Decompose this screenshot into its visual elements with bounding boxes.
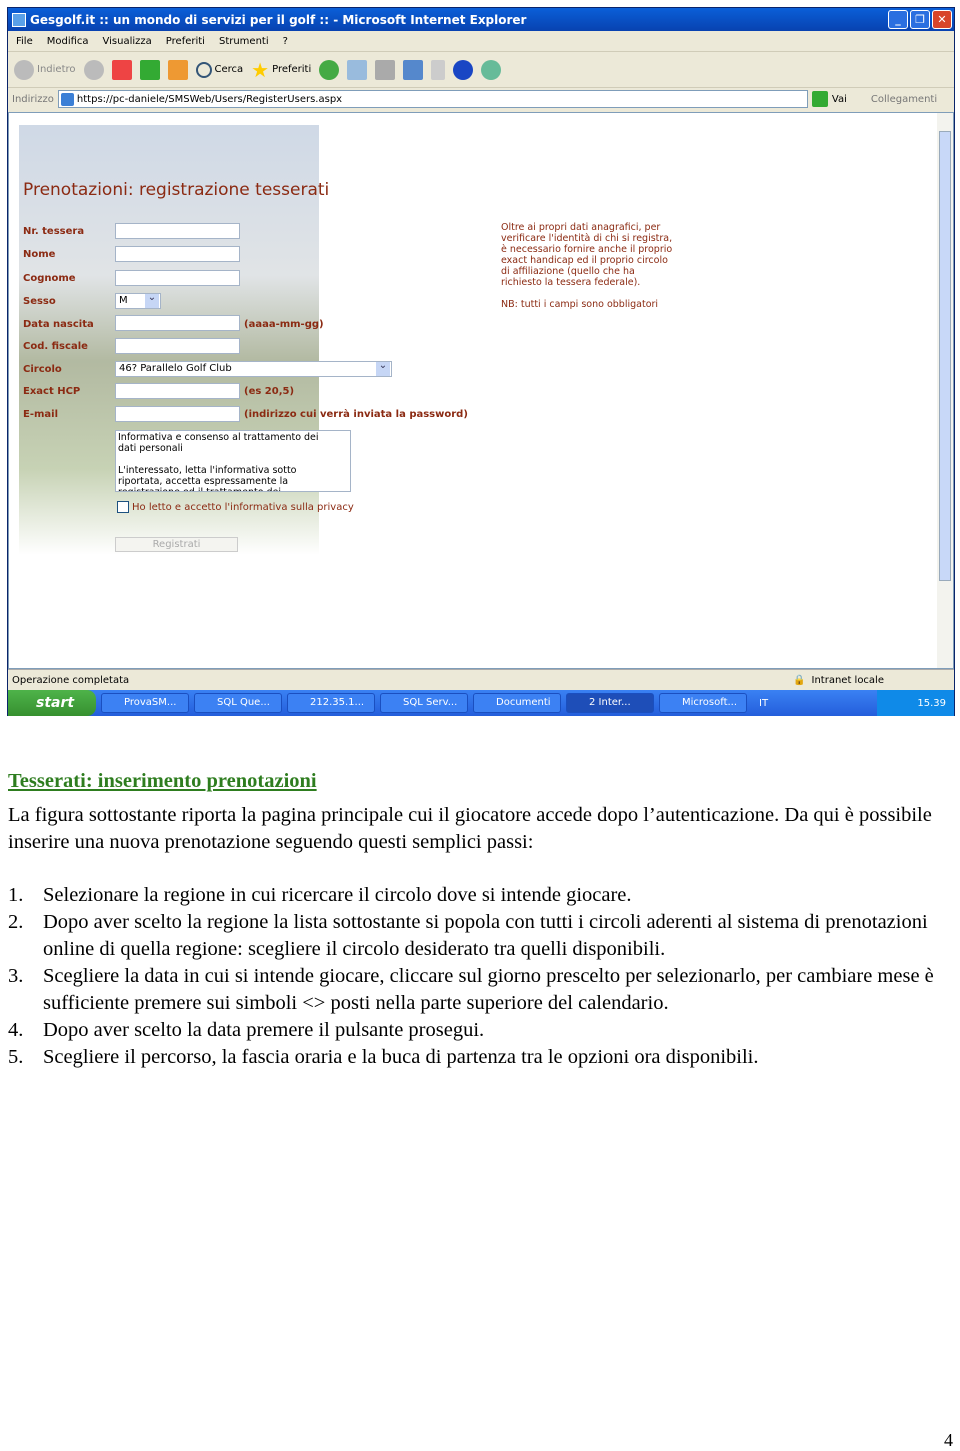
label-data-nascita: Data nascita bbox=[23, 319, 94, 330]
forward-icon[interactable] bbox=[83, 59, 104, 80]
device-icon[interactable] bbox=[431, 59, 446, 80]
privacy-textarea[interactable]: Informativa e consenso al trattamento de… bbox=[115, 430, 351, 492]
list-item: 1. Selezionare la regione in cui ricercar… bbox=[8, 884, 632, 906]
menu-file[interactable]: File bbox=[16, 36, 33, 47]
title-bar: Gesgolf.it :: un mondo di servizi per il… bbox=[8, 8, 954, 31]
print-icon[interactable] bbox=[375, 59, 396, 80]
page-number: 4 bbox=[944, 1430, 953, 1450]
star-icon: ★ bbox=[251, 57, 270, 82]
date-format-hint: (aaaa-mm-gg) bbox=[244, 319, 324, 330]
home-icon[interactable] bbox=[167, 59, 188, 80]
search-icon bbox=[195, 61, 212, 78]
taskbar: start ProvaSM... SQL Que... 212.35.1... … bbox=[8, 690, 954, 716]
go-button[interactable]: Vai bbox=[832, 94, 847, 105]
taskbar-item[interactable]: SQL Que... bbox=[194, 693, 282, 713]
list-item: 3. Scegliere la data in cui si intende gi… bbox=[8, 965, 934, 1014]
label-exact-hcp: Exact HCP bbox=[23, 386, 81, 397]
cognome-input[interactable] bbox=[115, 270, 240, 286]
links-button[interactable]: Collegamenti bbox=[871, 94, 937, 105]
search-button[interactable]: Cerca bbox=[195, 61, 243, 78]
sesso-select[interactable]: M bbox=[115, 293, 161, 309]
intro-paragraph: La figura sottostante riporta la pagina … bbox=[8, 804, 932, 853]
steps-list: 1. Selezionare la regione in cui ricercar… bbox=[8, 882, 948, 1071]
label-sesso: Sesso bbox=[23, 296, 56, 307]
ie-icon bbox=[12, 12, 26, 27]
label-cognome: Cognome bbox=[23, 273, 76, 284]
favorites-button[interactable]: ★ Preferiti bbox=[251, 58, 311, 82]
list-item: 4. Dopo aver scelto la data premere il pu… bbox=[8, 1019, 485, 1041]
browser-window: Gesgolf.it :: un mondo di servizi per il… bbox=[7, 7, 955, 716]
back-icon bbox=[14, 59, 34, 80]
close-button[interactable]: ✕ bbox=[932, 10, 952, 29]
stop-icon[interactable] bbox=[111, 59, 132, 80]
menu-bar: File Modifica Visualizza Preferiti Strum… bbox=[8, 31, 954, 52]
mail-icon[interactable] bbox=[347, 59, 368, 80]
url-input[interactable]: https://pc-daniele/SMSWeb/Users/Register… bbox=[57, 90, 808, 108]
maximize-button[interactable]: ❐ bbox=[910, 10, 930, 29]
nome-input[interactable] bbox=[115, 246, 240, 262]
status-bar: Operazione completata 🔒 Intranet locale bbox=[8, 669, 954, 690]
label-cod-fiscale: Cod. fiscale bbox=[23, 341, 88, 352]
nr-tessera-input[interactable] bbox=[115, 223, 240, 239]
intranet-zone: Intranet locale bbox=[811, 674, 885, 686]
window-title: Gesgolf.it :: un mondo di servizi per il… bbox=[30, 12, 527, 27]
menu-strumenti[interactable]: Strumenti bbox=[219, 36, 269, 47]
minimize-button[interactable]: _ bbox=[888, 10, 908, 29]
refresh-icon[interactable] bbox=[139, 59, 160, 80]
label-circolo: Circolo bbox=[23, 364, 62, 375]
privacy-checkbox-row: Ho letto e accetto l'informativa sulla p… bbox=[117, 501, 354, 513]
taskbar-item[interactable]: Microsoft... bbox=[659, 693, 747, 713]
bluetooth-icon[interactable] bbox=[453, 59, 474, 80]
label-email: E-mail bbox=[23, 409, 59, 420]
exact-hcp-input[interactable] bbox=[115, 383, 240, 399]
taskbar-item[interactable]: 212.35.1... bbox=[287, 693, 375, 713]
history-icon[interactable] bbox=[319, 59, 340, 80]
menu-preferiti[interactable]: Preferiti bbox=[166, 36, 205, 47]
go-icon[interactable] bbox=[811, 91, 828, 107]
taskbar-item[interactable]: SQL Serv... bbox=[380, 693, 468, 713]
menu-help[interactable]: ? bbox=[283, 36, 288, 47]
hcp-hint: (es 20,5) bbox=[244, 386, 295, 397]
privacy-checkbox[interactable] bbox=[117, 501, 129, 513]
menu-visualizza[interactable]: Visualizza bbox=[103, 36, 152, 47]
email-input[interactable] bbox=[115, 406, 240, 422]
taskbar-item[interactable]: ProvaSM... bbox=[101, 693, 189, 713]
language-indicator[interactable]: IT bbox=[759, 698, 768, 709]
start-button[interactable]: start bbox=[8, 690, 96, 716]
email-hint: (indirizzo cui verrà inviata la password… bbox=[244, 409, 468, 420]
system-tray: 15.39 bbox=[877, 690, 954, 716]
menu-modifica[interactable]: Modifica bbox=[47, 36, 89, 47]
list-item: 5. Scegliere il percorso, la fascia orari… bbox=[8, 1046, 759, 1068]
lock-icon: 🔒 bbox=[793, 674, 806, 686]
taskbar-item[interactable]: Documenti bbox=[473, 693, 561, 713]
page-content: Prenotazioni: registrazione tesserati Nr… bbox=[8, 112, 954, 669]
side-note: Oltre ai propri dati anagrafici, per ver… bbox=[501, 222, 673, 310]
list-item: 2. Dopo aver scelto la regione la lista s… bbox=[8, 911, 928, 960]
form-title: Prenotazioni: registrazione tesserati bbox=[23, 180, 330, 200]
vertical-scrollbar[interactable] bbox=[937, 113, 953, 668]
messenger-icon[interactable] bbox=[481, 59, 502, 80]
data-nascita-input[interactable] bbox=[115, 315, 240, 331]
scrollbar-thumb[interactable] bbox=[939, 131, 951, 581]
taskbar-item[interactable]: 2 Inter... bbox=[566, 693, 654, 713]
label-nome: Nome bbox=[23, 249, 56, 260]
back-button[interactable]: Indietro bbox=[14, 59, 76, 80]
clock: 15.39 bbox=[917, 697, 946, 709]
section-heading: Tesserati: inserimento prenotazioni bbox=[8, 770, 317, 792]
label-nr-tessera: Nr. tessera bbox=[23, 226, 85, 237]
edit-icon[interactable] bbox=[403, 59, 424, 80]
cod-fiscale-input[interactable] bbox=[115, 338, 240, 354]
toolbar: Indietro Cerca ★ Preferiti bbox=[8, 52, 954, 88]
registrati-button[interactable]: Registrati bbox=[115, 537, 238, 552]
address-bar: Indirizzo https://pc-daniele/SMSWeb/User… bbox=[8, 88, 954, 110]
circolo-select[interactable]: 46? Parallelo Golf Club bbox=[115, 361, 392, 377]
